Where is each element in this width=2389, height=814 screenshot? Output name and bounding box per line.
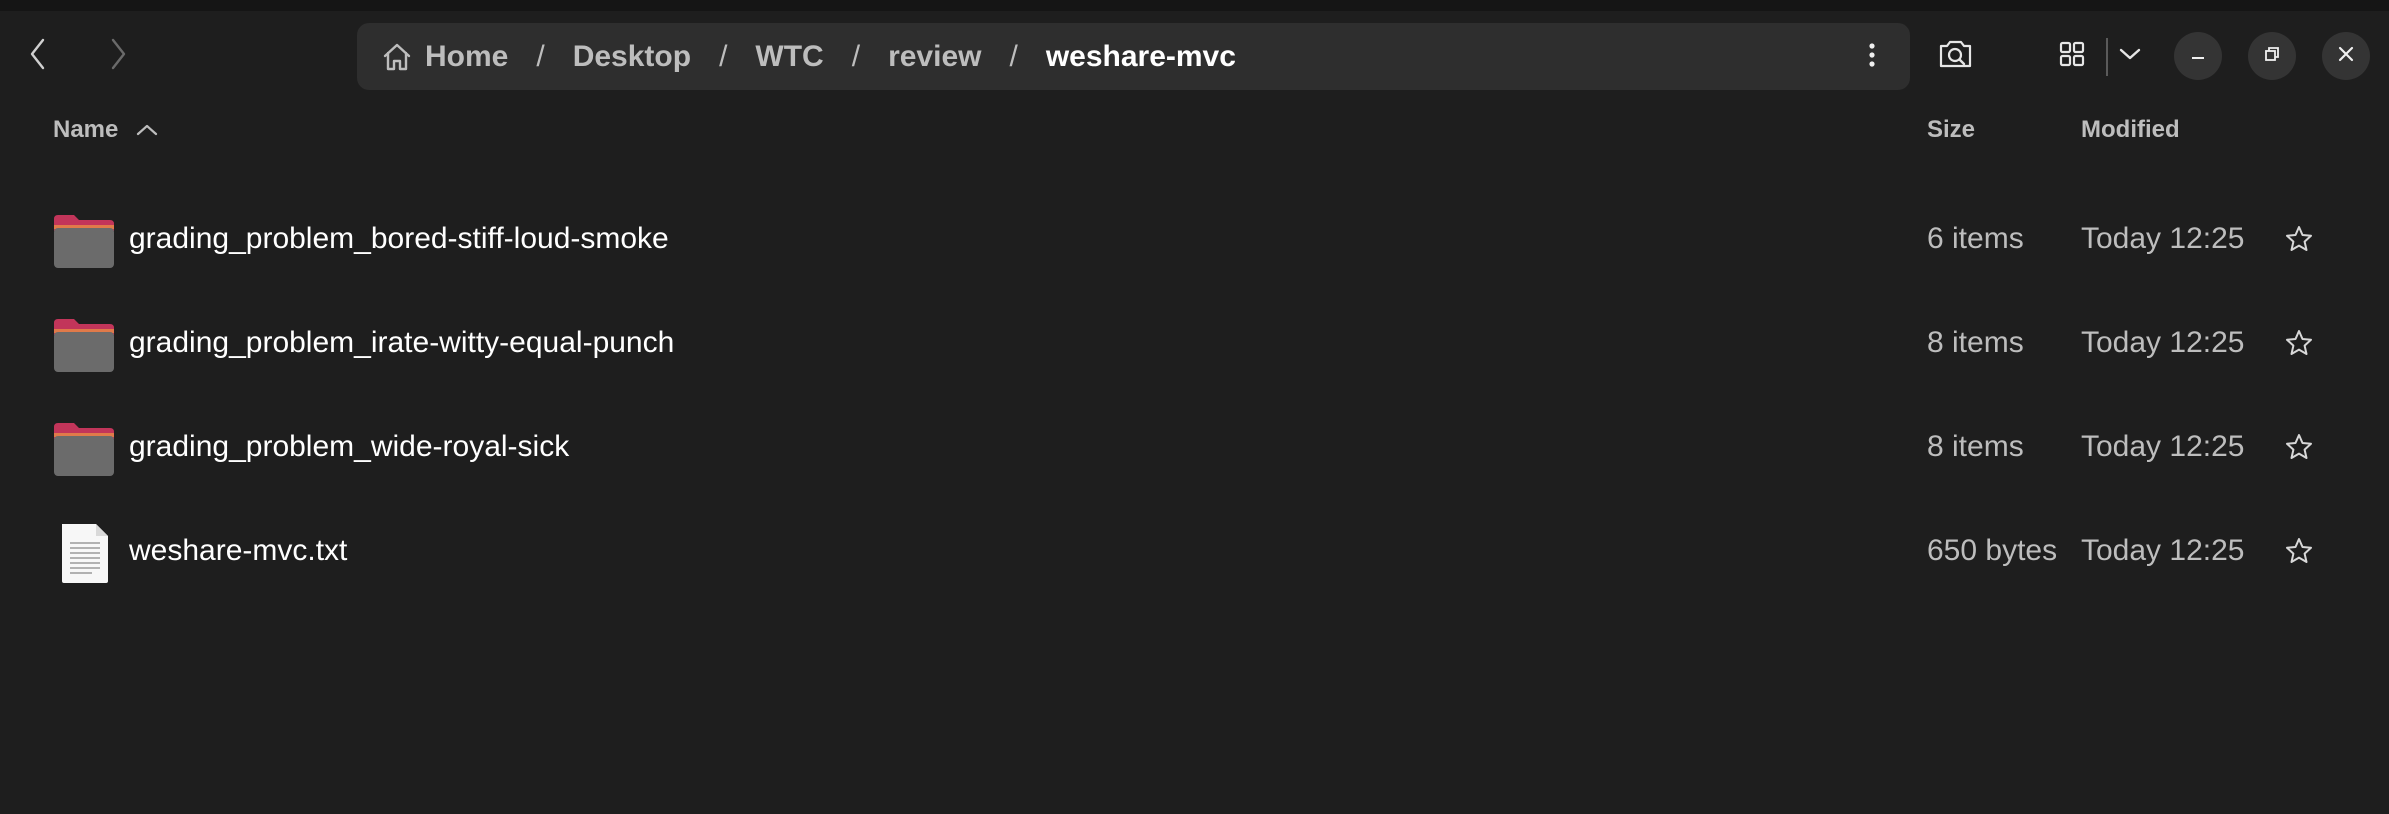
star-icon[interactable] — [2283, 535, 2315, 567]
close-button[interactable] — [2322, 32, 2370, 80]
file-name: weshare-mvc.txt — [129, 534, 348, 567]
file-row[interactable]: grading_problem_irate-witty-equal-punch … — [0, 291, 2389, 395]
grid-icon — [2058, 40, 2086, 73]
window-top-edge — [0, 0, 2389, 11]
breadcrumb-current[interactable]: weshare-mvc — [1046, 40, 1236, 74]
folder-icon — [52, 417, 116, 481]
path-menu-button[interactable] — [1854, 37, 1890, 77]
file-row[interactable]: grading_problem_wide-royal-sick 8 items … — [0, 395, 2389, 499]
star-icon[interactable] — [2283, 431, 2315, 463]
file-size: 8 items — [1927, 326, 2024, 359]
column-header-modified[interactable]: Modified — [2081, 116, 2180, 144]
star-icon[interactable] — [2283, 223, 2315, 255]
breadcrumb-review[interactable]: review — [888, 40, 981, 74]
breadcrumb-desktop[interactable]: Desktop — [573, 40, 691, 74]
file-modified: Today 12:25 — [2081, 430, 2245, 463]
minimize-icon — [2189, 45, 2207, 68]
file-modified: Today 12:25 — [2081, 222, 2245, 255]
breadcrumb-separator: / — [719, 39, 728, 73]
file-size: 6 items — [1927, 222, 2024, 255]
breadcrumb-separator: / — [851, 39, 861, 73]
file-size: 8 items — [1927, 430, 2024, 463]
column-header-name[interactable]: Name — [53, 116, 158, 144]
star-icon[interactable] — [2283, 327, 2315, 359]
breadcrumb-separator: / — [536, 39, 545, 73]
file-name: grading_problem_bored-stiff-loud-smoke — [129, 222, 669, 255]
column-header-modified-label: Modified — [2081, 116, 2180, 143]
breadcrumb-separator: / — [1009, 39, 1018, 73]
breadcrumb-wtc[interactable]: WTC — [755, 40, 823, 74]
home-icon — [381, 41, 413, 73]
forward-button[interactable] — [94, 30, 142, 82]
view-options-button[interactable] — [2104, 30, 2156, 82]
back-button[interactable] — [14, 30, 62, 82]
search-icon — [1937, 37, 1975, 76]
minimize-button[interactable] — [2174, 32, 2222, 80]
file-name: grading_problem_irate-witty-equal-punch — [129, 326, 675, 359]
file-name: grading_problem_wide-royal-sick — [129, 430, 570, 463]
file-modified: Today 12:25 — [2081, 326, 2245, 359]
search-button[interactable] — [1930, 30, 1982, 82]
file-size: 650 bytes — [1927, 534, 2058, 567]
chevron-right-icon — [108, 37, 128, 76]
file-row[interactable]: grading_problem_bored-stiff-loud-smoke 6… — [0, 187, 2389, 291]
breadcrumb-home[interactable]: Home — [425, 40, 508, 74]
path-bar[interactable]: Home / Desktop / WTC / review / weshare-… — [357, 23, 1910, 90]
file-row[interactable]: weshare-mvc.txt 650 bytes Today 12:25 — [0, 499, 2389, 603]
maximize-button[interactable] — [2248, 32, 2296, 80]
folder-icon — [52, 313, 116, 377]
chevron-down-icon — [2119, 47, 2141, 66]
column-header-size-label: Size — [1927, 116, 1976, 143]
close-icon — [2337, 45, 2355, 68]
vertical-dots-icon — [1868, 42, 1876, 73]
chevron-left-icon — [28, 37, 48, 76]
restore-icon — [2263, 45, 2281, 68]
file-manager-window: Home / Desktop / WTC / review / weshare-… — [0, 0, 2389, 814]
chevron-up-icon — [136, 123, 158, 137]
column-header-name-label: Name — [53, 116, 119, 143]
file-modified: Today 12:25 — [2081, 534, 2245, 567]
column-header-size[interactable]: Size — [1927, 116, 1975, 144]
folder-icon — [52, 209, 116, 273]
grid-view-button[interactable] — [2046, 30, 2098, 82]
text-file-icon — [52, 521, 116, 585]
